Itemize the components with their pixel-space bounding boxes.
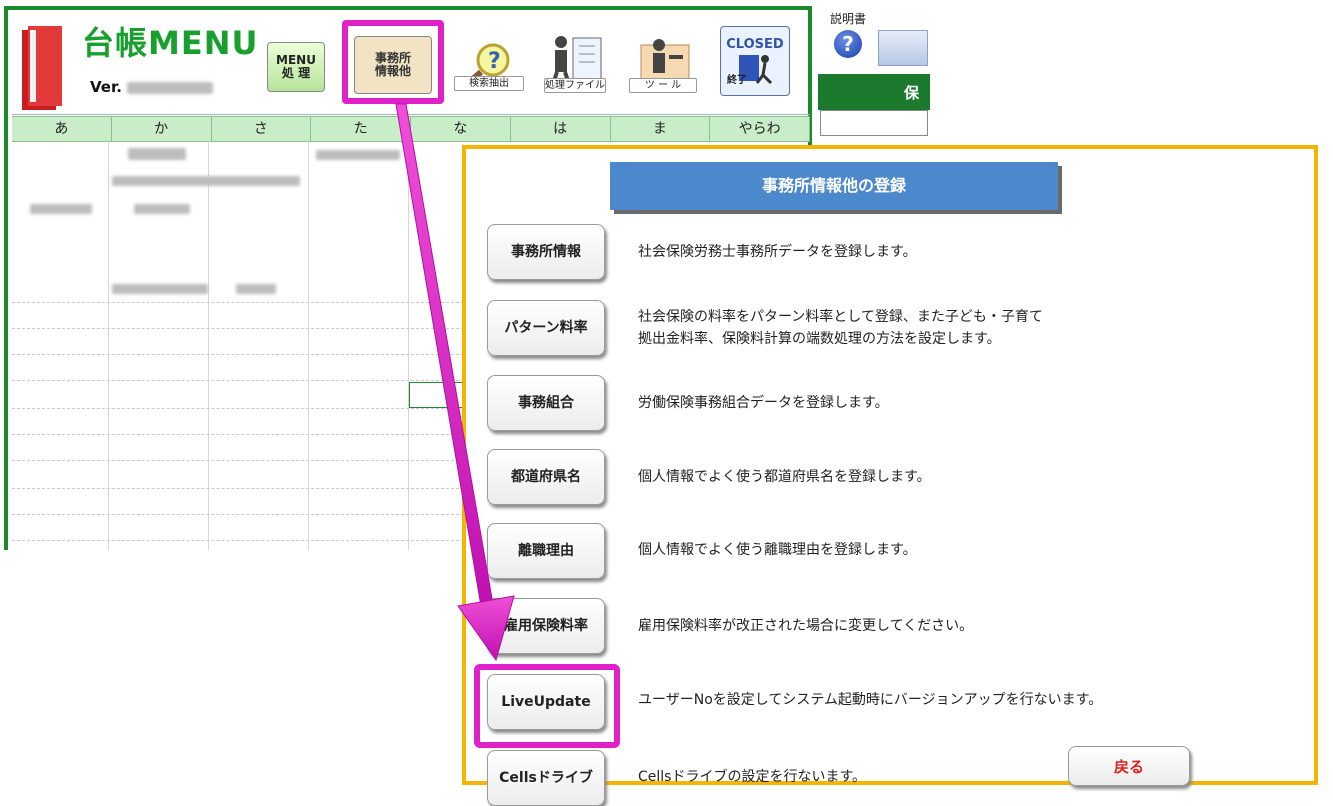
redacted-cell [112,176,300,186]
side-input-field[interactable] [820,110,928,136]
search-extract-label: 検索抽出 [454,76,524,91]
kana-tab-sa[interactable]: さ [212,117,312,141]
redacted-cell [128,148,186,160]
app-title-kanji: 台帳 [82,24,149,62]
search-extract-button[interactable]: ? 検索抽出 [450,34,528,94]
pattern-rate-button[interactable]: パターン料率 [487,300,605,356]
green-header-label: 保 [904,84,920,102]
redacted-cell [30,204,92,214]
kana-tab-yarawa[interactable]: やらわ [710,117,810,141]
ledger-book-icon [22,26,62,110]
cells-drive-desc: Cellsドライブの設定を行ないます。 [638,769,867,785]
kana-tab-ka[interactable]: か [112,117,212,141]
version-label: Ver. [90,78,214,96]
closed-label: CLOSED [726,36,784,52]
pattern-rate-desc-line2: 拠出金料率、保険料計算の端数処理の方法を設定します。 [638,331,1001,347]
labor-union-button[interactable]: 事務組合 [487,375,605,431]
process-file-button[interactable]: 処理ファイル [540,22,610,96]
tool-button[interactable]: ツ ー ル [625,26,701,96]
kana-tab-ta[interactable]: た [311,117,411,141]
process-file-label: 処理ファイル [544,78,606,93]
selected-cell[interactable] [409,382,467,408]
version-prefix: Ver. [90,78,122,96]
prefecture-button[interactable]: 都道府県名 [487,449,605,505]
app-title-latin: MENU [148,24,259,62]
kana-tab-row: あ か さ た な は ま やらわ [12,116,810,142]
back-button[interactable]: 戻る [1068,746,1190,786]
kana-tab-ma[interactable]: ま [611,117,711,141]
highlight-liveupdate-button [474,664,620,748]
kana-tab-ha[interactable]: は [511,117,611,141]
help-question-icon[interactable]: ? [834,30,862,58]
prefecture-desc: 個人情報でよく使う都道府県名を登録します。 [638,469,931,485]
svg-text:?: ? [488,49,501,74]
calendar-icon[interactable] [878,30,928,66]
employment-insurance-rate-desc: 雇用保険料率が改正された場合に変更してください。 [638,618,974,634]
app-title: 台帳MENU [82,18,258,64]
kana-tab-na[interactable]: な [411,117,511,141]
pattern-rate-desc: 社会保険の料率をパターン料率として登録、また子ども・子育て 拠出金料率、保険料計… [638,306,1043,350]
green-header-bar: 保 [818,74,930,110]
employment-insurance-rate-button[interactable]: 雇用保険料率 [487,598,605,654]
closed-exit-button[interactable]: CLOSED 終了 [720,26,790,96]
kana-tab-a[interactable]: あ [12,117,112,141]
version-number-redacted [127,81,214,94]
dialog-title: 事務所情報他の登録 [610,162,1058,210]
redacted-cell [236,284,276,294]
office-info-register-button[interactable]: 事務所情報 [487,224,605,280]
resignation-reason-button[interactable]: 離職理由 [487,523,605,579]
manual-label: 説明書 [830,12,867,26]
redacted-cell [316,150,400,160]
menu-process-button[interactable]: MENU 処 理 [267,42,325,92]
tool-label: ツ ー ル [629,78,697,93]
pattern-rate-desc-line1: 社会保険の料率をパターン料率として登録、また子ども・子育て [638,309,1043,325]
resignation-reason-desc: 個人情報でよく使う離職理由を登録します。 [638,542,917,558]
liveupdate-desc: ユーザーNoを設定してシステム起動時にバージョンアップを行ないます。 [638,692,1103,708]
menu-button-line2: 処 理 [281,66,311,80]
redacted-cell [134,204,190,214]
labor-union-desc: 労働保険事務組合データを登録します。 [638,395,889,411]
redacted-cell [112,284,208,294]
office-info-desc: 社会保険労務士事務所データを登録します。 [638,244,917,260]
cells-drive-button[interactable]: Cellsドライブ [487,750,605,806]
exit-label: 終了 [727,75,747,86]
highlight-office-button [342,20,444,104]
